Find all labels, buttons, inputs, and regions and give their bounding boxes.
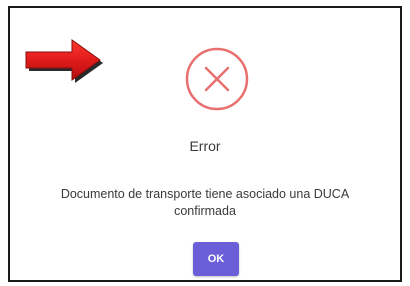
ok-button[interactable]: OK — [193, 242, 239, 276]
error-x-circle-icon — [185, 47, 249, 111]
screenshot-frame: Error Documento de transporte tiene asoc… — [8, 6, 402, 282]
dialog-message: Documento de transporte tiene asociado u… — [60, 187, 350, 218]
dialog-title: Error — [189, 138, 221, 154]
red-arrow-icon — [25, 39, 103, 83]
